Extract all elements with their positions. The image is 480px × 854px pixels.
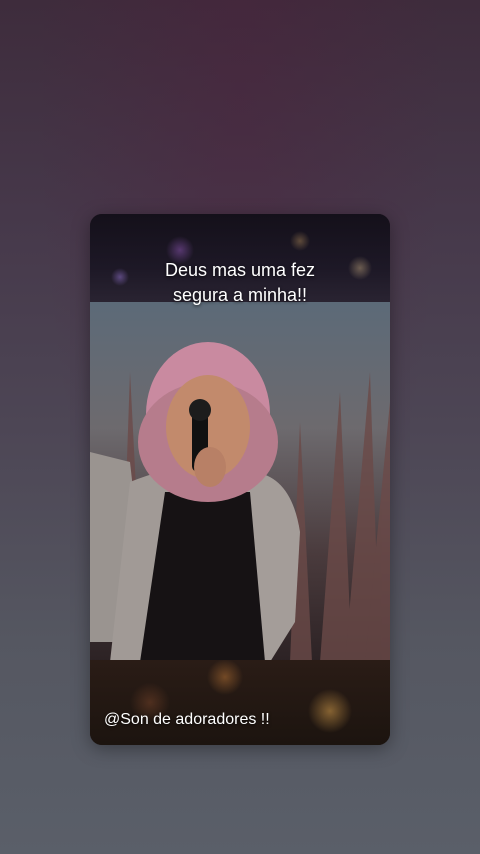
caption-line-2: segura a minha!! (172, 285, 308, 305)
sparkle-overlay-bottom (90, 660, 390, 745)
caption-line-1: Deus mas uma fez (164, 260, 316, 280)
singer-illustration (90, 342, 390, 662)
video-frame (90, 302, 390, 662)
credit-text: @Son de adoradores !! (104, 711, 270, 728)
story-caption: Deus mas uma fez segura a minha!! (90, 258, 390, 308)
story-video-card[interactable]: Deus mas uma fez segura a minha!! @Son d… (90, 214, 390, 745)
